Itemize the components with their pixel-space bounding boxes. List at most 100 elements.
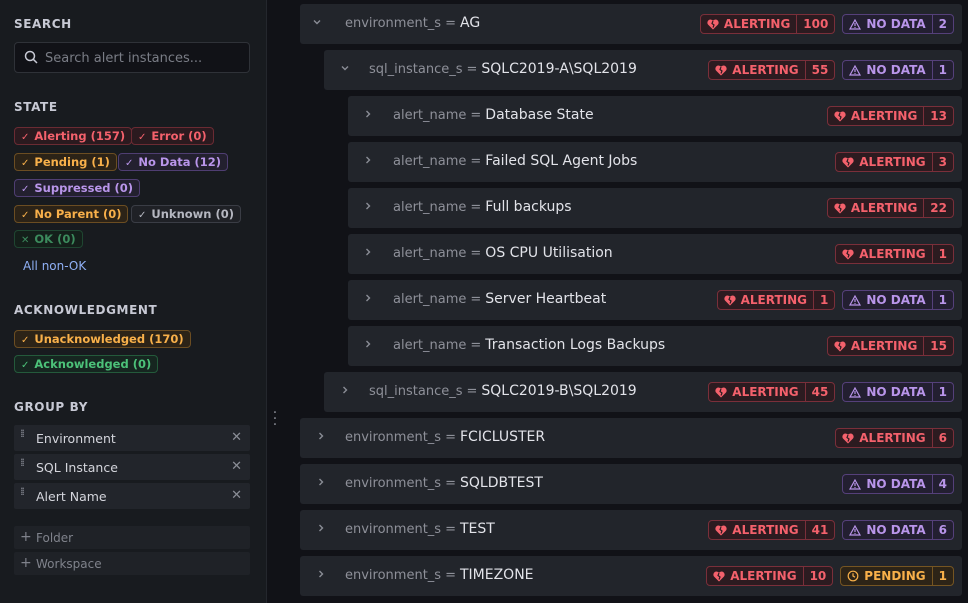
alerting-badge: ALERTING 22 (826, 198, 954, 218)
chevron-down-icon[interactable] (312, 16, 322, 31)
group-value: FCICLUSTER (459, 429, 546, 445)
nodata-badge: NO DATA 2 (842, 14, 954, 34)
remove-icon[interactable]: ✕ (231, 459, 242, 474)
tree-row-alert-name[interactable]: alert_name = Server Heartbeat ALERTING 1 N… (348, 280, 962, 320)
group-key: alert_name (393, 338, 467, 353)
group-key: alert_name (393, 246, 467, 261)
state-chip-ok[interactable]: ✕ OK (0) (14, 230, 83, 248)
search-input[interactable] (43, 47, 247, 70)
plus-icon: + (20, 529, 32, 545)
chevron-right-icon[interactable] (363, 108, 373, 123)
ack-chip-acknowledged[interactable]: ✓ Acknowledged (0) (14, 355, 159, 373)
nodata-badge: NO DATA 1 (842, 290, 954, 310)
group-value: SQLC2019-B\SQL2019 (481, 383, 637, 399)
group-key: environment_s (345, 522, 442, 537)
alerting-badge: ALERTING 15 (826, 336, 954, 356)
check-icon: ✓ (21, 158, 30, 169)
remove-icon[interactable]: ✕ (231, 430, 242, 445)
group-key: alert_name (393, 108, 467, 123)
chevron-right-icon[interactable] (316, 476, 326, 491)
group-key: alert_name (393, 200, 467, 215)
nodata-badge: NO DATA 1 (842, 382, 954, 402)
alerting-badge: ALERTING 10 (706, 566, 834, 586)
chevron-right-icon[interactable] (363, 200, 373, 215)
group-by-item-environment[interactable]: ⁞⁞ Environment ✕ (14, 425, 250, 451)
group-value: AG (459, 15, 481, 31)
add-group-folder[interactable]: + Folder (14, 526, 250, 549)
tree-row-sql-instance[interactable]: sql_instance_s = SQLC2019-B\SQL2019 ALERTI… (324, 372, 962, 412)
group-value: Database State (485, 107, 594, 123)
group-value: TEST (459, 521, 495, 537)
ack-chip-unacknowledged[interactable]: ✓ Unacknowledged (170) (14, 330, 191, 348)
tree-row-environment[interactable]: environment_s = TIMEZONE ALERTING 10 PENDI… (300, 556, 962, 596)
chevron-down-icon[interactable] (340, 62, 350, 77)
add-group-workspace[interactable]: + Workspace (14, 552, 250, 575)
tree-row-environment[interactable]: environment_s = FCICLUSTER ALERTING 6 (300, 418, 962, 458)
warning-icon (849, 524, 862, 536)
remove-icon[interactable]: ✕ (231, 488, 242, 503)
warning-icon (849, 18, 862, 30)
check-icon: ✓ (21, 210, 30, 221)
tree-row-sql-instance[interactable]: sql_instance_s = SQLC2019-A\SQL2019 ALERTI… (324, 50, 962, 90)
group-by-item-sql-instance[interactable]: ⁞⁞ SQL Instance ✕ (14, 454, 250, 480)
pending-badge: PENDING 1 (840, 566, 954, 586)
search-section-title: SEARCH (14, 17, 72, 31)
group-key: environment_s (345, 16, 442, 31)
tree-row-alert-name[interactable]: alert_name = Full backups ALERTING 22 (348, 188, 962, 228)
check-icon: ✓ (125, 158, 134, 169)
tree-row-environment[interactable]: environment_s = AG ALERTING 100 NO DATA 2 (300, 4, 962, 44)
group-key: sql_instance_s (369, 384, 463, 399)
state-section-title: STATE (14, 100, 58, 114)
chevron-right-icon[interactable] (363, 338, 373, 353)
broken-heart-icon (842, 249, 854, 259)
all-non-ok-link[interactable]: All non-OK (23, 259, 86, 273)
nodata-badge: NO DATA 1 (842, 60, 954, 80)
tree-row-alert-name[interactable]: alert_name = Transaction Logs Backups ALER… (348, 326, 962, 366)
check-icon: ✓ (138, 132, 147, 143)
broken-heart-icon (715, 65, 727, 75)
state-chip-noparent[interactable]: ✓ No Parent (0) (14, 205, 129, 223)
panel-resize-handle[interactable]: · · · (272, 406, 278, 432)
group-key: alert_name (393, 292, 467, 307)
drag-handle-icon[interactable]: ⁞⁞ (20, 486, 25, 497)
chevron-right-icon[interactable] (316, 522, 326, 537)
tree-row-alert-name[interactable]: alert_name = OS CPU Utilisation ALERTING 1 (348, 234, 962, 274)
state-chip-nodata[interactable]: ✓ No Data (12) (118, 153, 229, 171)
acknowledgment-section-title: ACKNOWLEDGMENT (14, 303, 158, 317)
state-chip-alerting[interactable]: ✓ Alerting (157) (14, 127, 133, 145)
group-by-item-alert-name[interactable]: ⁞⁞ Alert Name ✕ (14, 483, 250, 509)
group-value: Failed SQL Agent Jobs (485, 153, 638, 169)
state-chip-pending[interactable]: ✓ Pending (1) (14, 153, 117, 171)
search-box[interactable] (14, 42, 250, 73)
filter-sidebar: SEARCH STATE ✓Alerting (157) ✓Error (0) … (0, 0, 267, 603)
chevron-right-icon[interactable] (363, 292, 373, 307)
state-chip-error[interactable]: ✓ Error (0) (131, 127, 214, 145)
group-value: Full backups (485, 199, 572, 215)
chevron-right-icon[interactable] (340, 384, 350, 399)
broken-heart-icon (842, 157, 854, 167)
warning-icon (849, 64, 862, 76)
search-icon (24, 50, 38, 68)
group-key: sql_instance_s (369, 62, 463, 77)
group-key: alert_name (393, 154, 467, 169)
check-icon: ✓ (21, 184, 30, 195)
chevron-right-icon[interactable] (316, 568, 326, 583)
drag-handle-icon[interactable]: ⁞⁞ (20, 428, 25, 439)
plus-icon: + (20, 555, 32, 571)
chevron-right-icon[interactable] (363, 246, 373, 261)
group-key: environment_s (345, 430, 442, 445)
chevron-right-icon[interactable] (316, 430, 326, 445)
tree-row-alert-name[interactable]: alert_name = Database State ALERTING 13 (348, 96, 962, 136)
chevron-right-icon[interactable] (363, 154, 373, 169)
tree-row-alert-name[interactable]: alert_name = Failed SQL Agent Jobs ALERTIN… (348, 142, 962, 182)
group-by-section-title: GROUP BY (14, 400, 88, 414)
state-chip-unknown[interactable]: ✓ Unknown (0) (131, 205, 241, 223)
broken-heart-icon (713, 571, 725, 581)
drag-handle-icon[interactable]: ⁞⁞ (20, 457, 25, 468)
tree-row-environment[interactable]: environment_s = SQLDBTEST NO DATA 4 (300, 464, 962, 504)
nodata-badge: NO DATA 4 (842, 474, 954, 494)
alerting-badge: ALERTING 45 (708, 382, 836, 402)
state-chip-suppressed[interactable]: ✓ Suppressed (0) (14, 179, 141, 197)
tree-row-environment[interactable]: environment_s = TEST ALERTING 41 NO DATA 6 (300, 510, 962, 550)
clock-icon (847, 570, 859, 582)
